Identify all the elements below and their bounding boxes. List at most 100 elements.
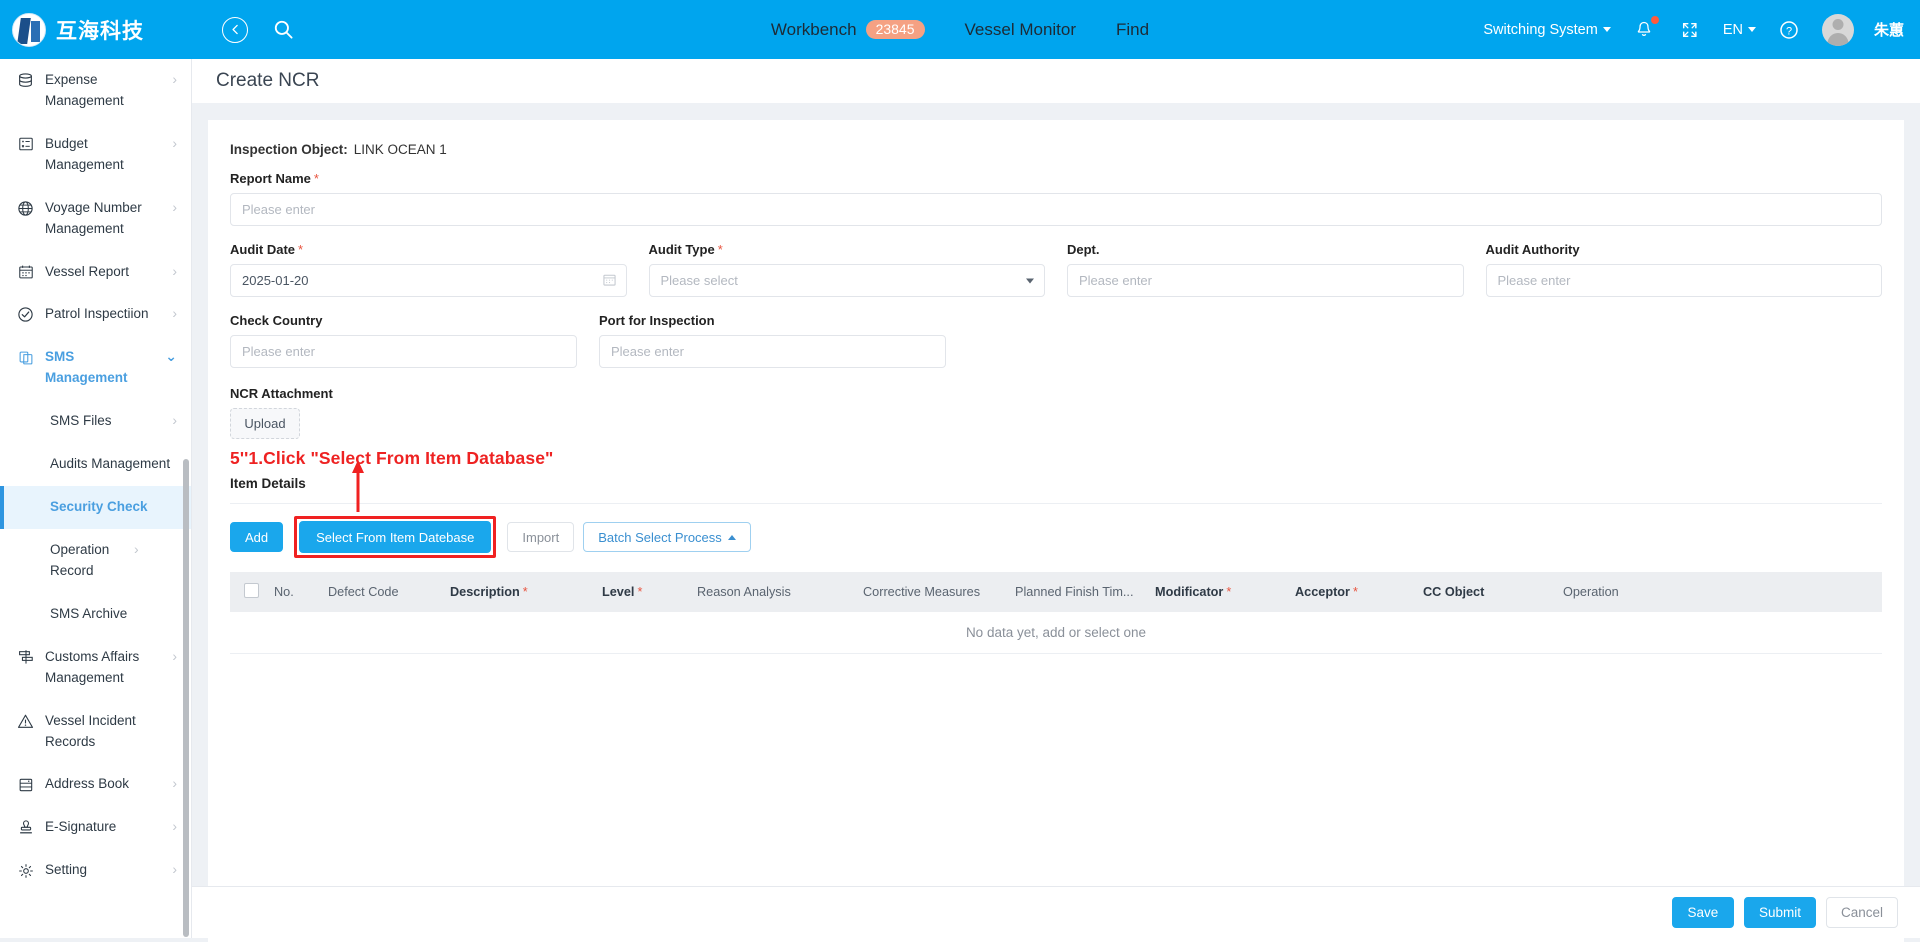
nav-vessel-monitor[interactable]: Vessel Monitor <box>965 20 1077 40</box>
sidebar-item-address-book[interactable]: Address Book › <box>0 763 191 806</box>
back-arrow-icon[interactable] <box>222 17 248 43</box>
audit-date-group: Audit Date* 2025-01-20 <box>230 242 627 297</box>
batch-select-process-button[interactable]: Batch Select Process <box>583 522 751 552</box>
sidebar-item-vessel-incident-records[interactable]: Vessel Incident Records <box>0 700 191 764</box>
sidebar-item-e-signature[interactable]: E-Signature › <box>0 806 191 849</box>
help-circle-icon[interactable]: ? <box>1776 17 1802 43</box>
chevron-down-icon <box>1603 27 1611 32</box>
sidebar-item-vessel-report[interactable]: Vessel Report › <box>0 251 191 294</box>
dept-input[interactable]: Please enter <box>1067 264 1464 297</box>
chevron-up-icon <box>728 535 736 540</box>
col-level-label: Level <box>602 585 634 599</box>
switching-system-label: Switching System <box>1483 22 1597 38</box>
calendar-icon[interactable] <box>603 273 616 289</box>
report-name-input[interactable]: Please enter <box>230 193 1882 226</box>
bell-icon[interactable] <box>1631 17 1657 43</box>
chevron-down-icon: ⌄ <box>165 348 177 365</box>
sidebar-item-label: Customs Affairs Management <box>45 647 166 689</box>
user-name[interactable]: 朱蕙 <box>1874 19 1904 40</box>
col-defect-code: Defect Code <box>322 585 444 599</box>
nav-workbench[interactable]: Workbench 23845 <box>771 20 925 40</box>
item-details-toolbar: Add Select From Item Datebase Import Bat… <box>230 516 1882 558</box>
sidebar: Expense Management › Budget Management ›… <box>0 59 192 938</box>
audit-date-input[interactable]: 2025-01-20 <box>230 264 627 297</box>
check-country-label: Check Country <box>230 313 322 328</box>
col-corrective-measures: Corrective Measures <box>857 585 1009 599</box>
sidebar-item-setting[interactable]: Setting › <box>0 849 191 892</box>
sidebar-item-label: Patrol Inspectiion <box>45 304 166 325</box>
port-input[interactable]: Please enter <box>599 335 946 368</box>
check-country-input[interactable]: Please enter <box>230 335 577 368</box>
sidebar-item-patrol-inspection[interactable]: Patrol Inspectiion › <box>0 293 191 336</box>
sidebar-item-operation-record[interactable]: Operation Record › <box>0 529 191 593</box>
item-details-table: No. Defect Code Description* Level* Reas… <box>230 572 1882 654</box>
import-button[interactable]: Import <box>507 522 574 552</box>
select-all-checkbox[interactable] <box>244 583 259 598</box>
chevron-right-icon: › <box>172 861 177 877</box>
col-reason-analysis: Reason Analysis <box>691 585 857 599</box>
chevron-right-icon: › <box>172 648 177 664</box>
report-name-label: Report Name <box>230 171 311 186</box>
upload-button[interactable]: Upload <box>230 408 300 439</box>
audit-type-label-wrap: Audit Type* <box>649 242 1046 257</box>
save-button[interactable]: Save <box>1672 897 1734 928</box>
submit-button[interactable]: Submit <box>1744 897 1816 928</box>
sidebar-item-expense-management[interactable]: Expense Management › <box>0 59 191 123</box>
globe-icon <box>16 199 35 218</box>
sidebar-item-budget-management[interactable]: Budget Management › <box>0 123 191 187</box>
up-arrow-annotation <box>351 460 365 512</box>
brand-logo-area[interactable]: 互海科技 <box>0 13 192 47</box>
switching-system-dropdown[interactable]: Switching System <box>1483 22 1610 38</box>
inspection-object-row: Inspection Object:LINK OCEAN 1 <box>230 142 1882 157</box>
col-acceptor: Acceptor* <box>1289 585 1417 599</box>
audit-type-select[interactable]: Please select <box>649 264 1046 297</box>
batch-select-process-label: Batch Select Process <box>598 530 722 545</box>
sidebar-scrollbar[interactable] <box>183 459 189 937</box>
form-body: Inspection Object:LINK OCEAN 1 Report Na… <box>208 120 1904 654</box>
brand-name: 互海科技 <box>56 15 144 45</box>
chevron-right-icon: › <box>134 541 139 557</box>
audit-authority-input[interactable]: Please enter <box>1486 264 1883 297</box>
svg-text:?: ? <box>1786 25 1792 37</box>
audit-authority-label: Audit Authority <box>1486 242 1580 257</box>
sidebar-item-voyage-number-management[interactable]: Voyage Number Management › <box>0 187 191 251</box>
language-selector[interactable]: EN <box>1723 22 1756 38</box>
form-footer: Save Submit Cancel <box>192 886 1920 938</box>
sidebar-item-sms-archive[interactable]: SMS Archive <box>0 593 191 636</box>
sidebar-item-sms-management[interactable]: SMS Management ⌄ <box>0 336 191 400</box>
sidebar-item-label: E-Signature <box>45 817 166 838</box>
stamp-icon <box>16 818 35 837</box>
sidebar-item-customs-affairs-management[interactable]: Customs Affairs Management › <box>0 636 191 700</box>
sidebar-item-label: Setting <box>45 860 166 881</box>
dept-label: Dept. <box>1067 242 1100 257</box>
chevron-down-icon[interactable] <box>1026 278 1034 283</box>
avatar[interactable] <box>1822 14 1854 46</box>
chevron-right-icon: › <box>172 775 177 791</box>
sidebar-item-label: Voyage Number Management <box>45 198 166 240</box>
fullscreen-icon[interactable] <box>1677 17 1703 43</box>
sidebar-item-audits-management[interactable]: Audits Management <box>0 443 191 486</box>
port-for-inspection-group: Port for Inspection Please enter <box>599 313 946 368</box>
search-icon[interactable] <box>270 17 296 43</box>
audit-type-label: Audit Type <box>649 242 715 257</box>
top-navigation-bar: 互海科技 Workbench 23845 Vessel Monitor Find… <box>0 0 1920 59</box>
gear-icon <box>16 861 35 880</box>
check-country-label-wrap: Check Country <box>230 313 577 328</box>
sidebar-item-sms-files[interactable]: SMS Files › <box>0 400 191 443</box>
sidebar-item-security-check[interactable]: Security Check <box>0 486 191 529</box>
required-asterisk: * <box>1353 585 1358 599</box>
notification-dot <box>1651 16 1659 24</box>
check-circle-icon <box>16 305 35 324</box>
sidebar-item-label: SMS Files <box>50 411 166 432</box>
select-from-item-database-highlight: Select From Item Datebase <box>294 516 496 558</box>
cancel-button[interactable]: Cancel <box>1826 897 1898 928</box>
sidebar-item-label: SMS Archive <box>50 604 177 625</box>
required-asterisk: * <box>314 171 319 186</box>
nav-find[interactable]: Find <box>1116 20 1149 40</box>
budget-list-icon <box>16 135 35 154</box>
add-button[interactable]: Add <box>230 522 283 552</box>
required-asterisk: * <box>1226 585 1231 599</box>
select-from-item-database-button[interactable]: Select From Item Datebase <box>299 521 491 553</box>
sidebar-item-label: Address Book <box>45 774 166 795</box>
chevron-right-icon: › <box>172 263 177 279</box>
